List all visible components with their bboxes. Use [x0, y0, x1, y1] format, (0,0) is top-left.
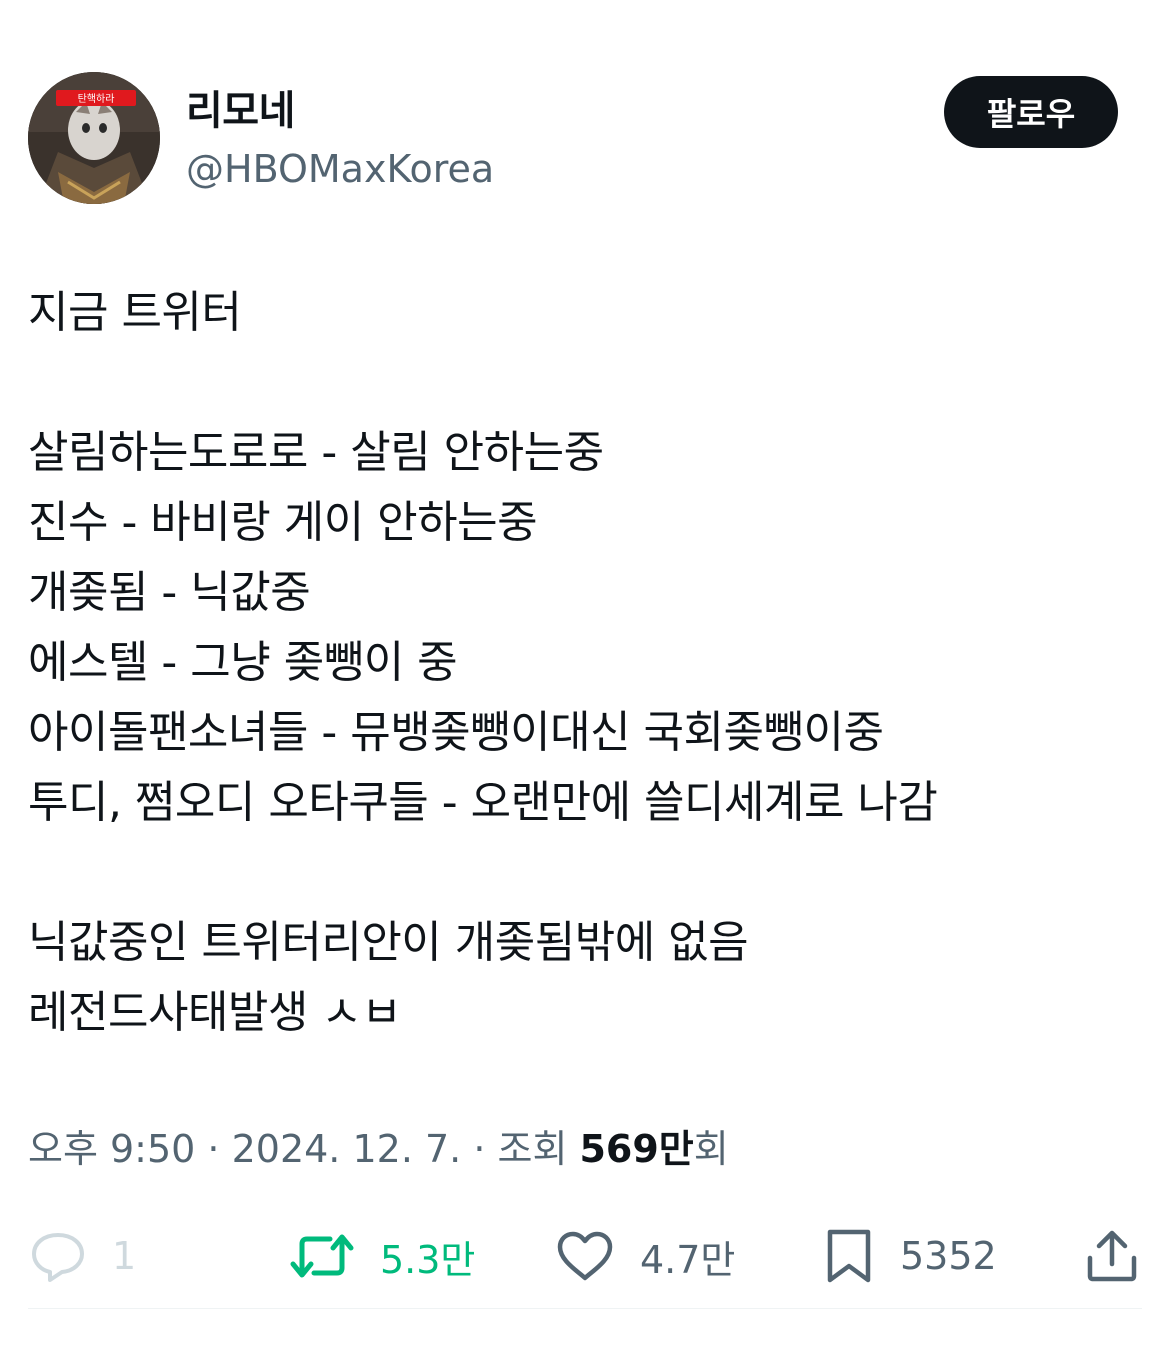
tweet-meta: 오후 9:50 · 2024. 12. 7. · 조회 569만회: [28, 1122, 729, 1176]
divider: [28, 1308, 1142, 1309]
bookmark-button[interactable]: 5352: [824, 1220, 997, 1292]
tweet-header: 탄핵하라 리모네 @HBOMaxKorea 팔로우: [28, 72, 1118, 206]
tweet-line: 닉값중인 트위터리안이 개좆됨밖에 없음: [28, 917, 749, 968]
avatar[interactable]: 탄핵하라: [28, 72, 160, 204]
views-prefix: 조회: [497, 1127, 580, 1171]
views-count: 569만: [579, 1127, 694, 1171]
tweet-text: 지금 트위터 살림하는도로로 - 살림 안하는중 진수 - 바비랑 게이 안하는…: [28, 278, 1138, 1048]
tweet-line: 개좆됨 - 닉값중: [28, 567, 311, 618]
tweet-time[interactable]: 오후 9:50: [28, 1127, 195, 1171]
reply-count: 1: [112, 1234, 137, 1278]
tweet-line: [28, 348, 1138, 418]
tweet-line: 아이돌팬소녀들 - 뮤뱅좆뺑이대신 국회좆뺑이중: [28, 707, 884, 758]
tweet-line: 살림하는도로로 - 살림 안하는중: [28, 427, 604, 478]
author-names: 리모네 @HBOMaxKorea: [186, 86, 494, 194]
tweet-line: [28, 838, 1138, 908]
display-name[interactable]: 리모네: [186, 86, 494, 136]
avatar-image: 탄핵하라: [28, 72, 160, 204]
like-count: 4.7만: [640, 1237, 736, 1282]
views-suffix: 회: [693, 1127, 729, 1171]
tweet-line: 진수 - 바비랑 게이 안하는중: [28, 497, 538, 548]
tweet-date[interactable]: 2024. 12. 7.: [232, 1127, 462, 1171]
tweet-line: 레전드사태발생 ㅅㅂ: [28, 987, 402, 1038]
heart-icon: [557, 1231, 613, 1281]
bookmark-count: 5352: [900, 1234, 997, 1278]
meta-separator: ·: [195, 1127, 232, 1171]
tweet-line: 지금 트위터: [28, 287, 242, 338]
retweet-count: 5.3만: [380, 1237, 476, 1282]
tweet-line: 에스텔 - 그냥 좆뺑이 중: [28, 637, 458, 688]
like-button[interactable]: 4.7만: [556, 1220, 735, 1292]
share-icon: [1087, 1230, 1137, 1282]
tweet-line: 투디, 쩜오디 오타쿠들 - 오랜만에 쓸디세계로 나감: [28, 777, 938, 828]
avatar-headband-text: 탄핵하라: [78, 92, 115, 105]
follow-button[interactable]: 팔로우: [944, 76, 1118, 148]
reply-button[interactable]: 1: [30, 1220, 136, 1292]
reply-icon: [32, 1233, 84, 1282]
bookmark-icon: [827, 1229, 871, 1283]
retweet-button[interactable]: 5.3만: [290, 1220, 475, 1292]
meta-separator: ·: [461, 1127, 498, 1171]
action-bar: 1 5.3만 4.7만 5352: [0, 1220, 1170, 1292]
share-button[interactable]: [1084, 1220, 1140, 1292]
handle[interactable]: @HBOMaxKorea: [186, 144, 494, 194]
retweet-icon: [290, 1234, 354, 1278]
